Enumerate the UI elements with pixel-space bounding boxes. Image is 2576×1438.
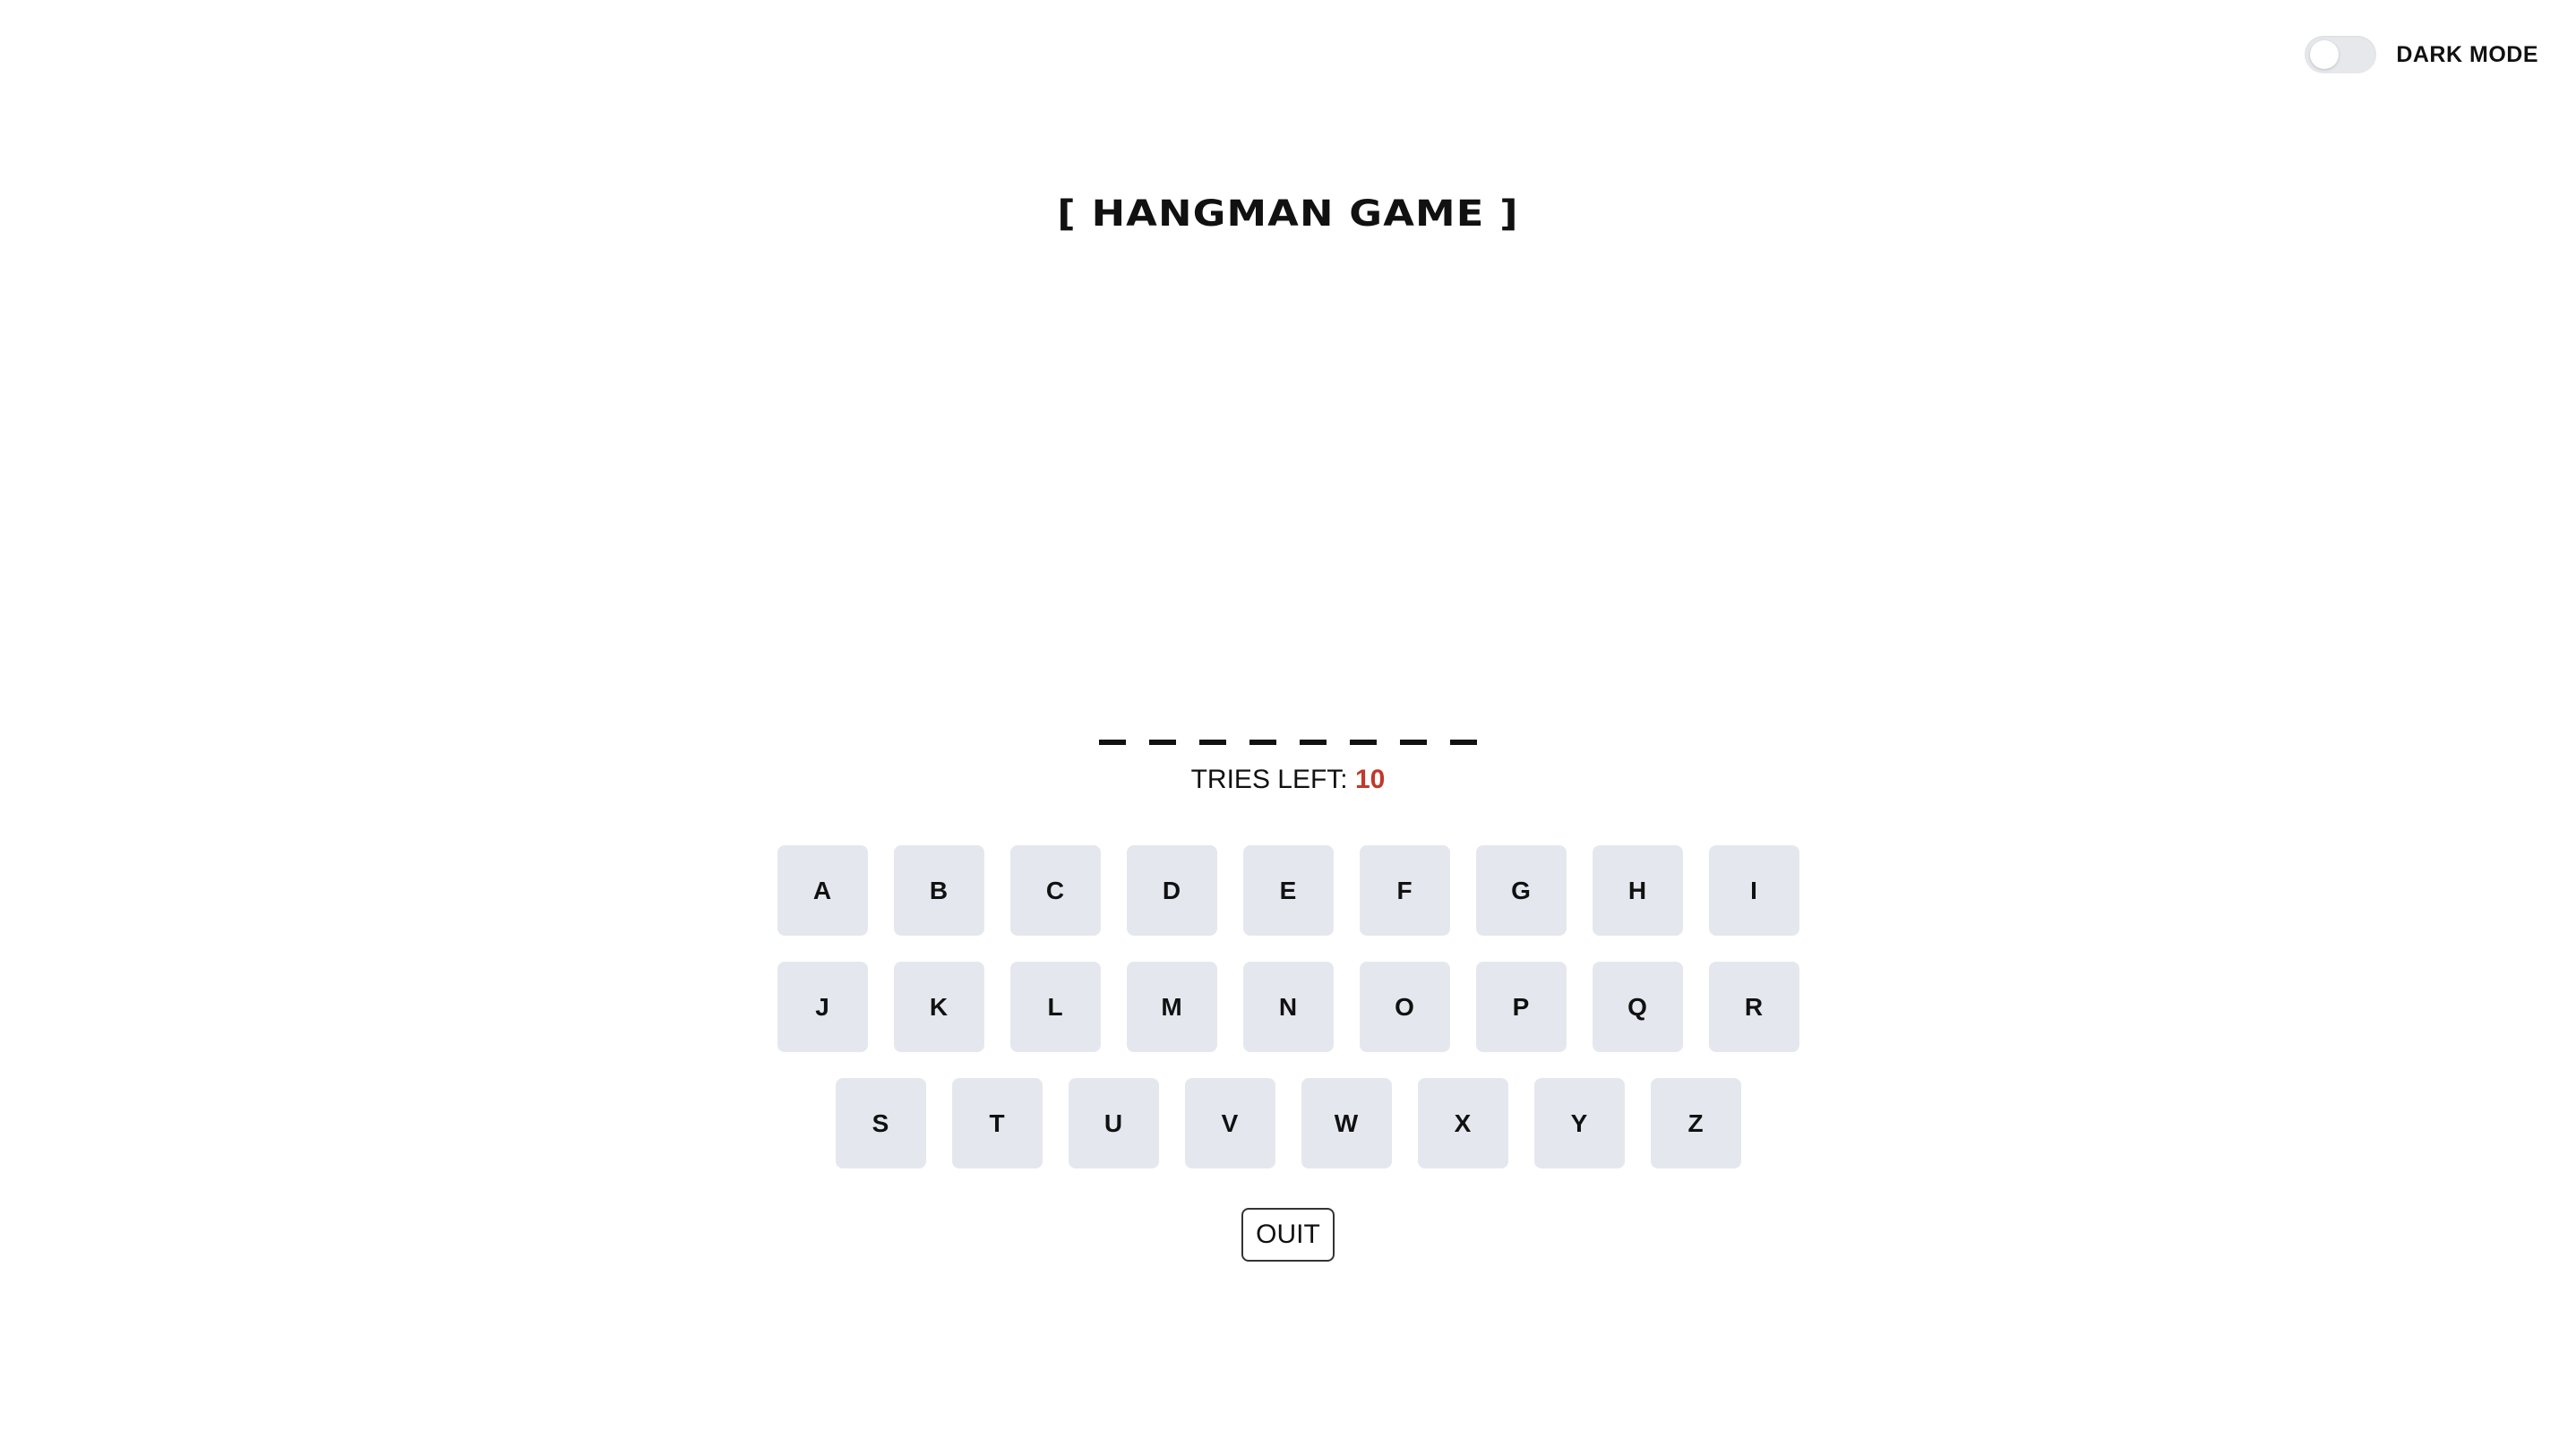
letter-key-k[interactable]: K	[893, 962, 984, 1052]
letter-key-l[interactable]: L	[1009, 962, 1101, 1052]
letter-key-u[interactable]: U	[1068, 1078, 1159, 1168]
dark-mode-label: DARK MODE	[2396, 41, 2538, 67]
letter-blank	[1350, 740, 1377, 745]
letter-key-m[interactable]: M	[1126, 962, 1217, 1052]
letter-blank	[1199, 740, 1226, 745]
hangman-page: DARK MODE [ HANGMAN GAME ] TRIES LEFT: 1…	[0, 0, 2576, 1438]
keyboard-row: ABCDEFGHI	[777, 845, 1799, 936]
letter-key-x[interactable]: X	[1417, 1078, 1508, 1168]
letter-blank	[1400, 740, 1427, 745]
letter-blank	[1450, 740, 1477, 745]
letter-key-p[interactable]: P	[1475, 962, 1567, 1052]
letter-key-e[interactable]: E	[1242, 845, 1334, 936]
letter-key-f[interactable]: F	[1359, 845, 1450, 936]
letter-key-n[interactable]: N	[1242, 962, 1334, 1052]
quit-container: OUIT	[0, 1208, 2576, 1262]
letter-key-q[interactable]: Q	[1592, 962, 1683, 1052]
letter-keyboard: ABCDEFGHI JKLMNOPQR STUVWXYZ	[0, 845, 2576, 1168]
letter-blank	[1099, 740, 1126, 745]
letter-key-w[interactable]: W	[1301, 1078, 1392, 1168]
letter-key-v[interactable]: V	[1184, 1078, 1275, 1168]
letter-key-r[interactable]: R	[1708, 962, 1799, 1052]
letter-blank	[1249, 740, 1276, 745]
word-blanks	[0, 740, 2576, 745]
letter-key-b[interactable]: B	[893, 845, 984, 936]
keyboard-row: JKLMNOPQR	[777, 962, 1799, 1052]
letter-blank	[1149, 740, 1176, 745]
letter-key-a[interactable]: A	[777, 845, 868, 936]
quit-button[interactable]: OUIT	[1241, 1208, 1335, 1262]
letter-key-z[interactable]: Z	[1650, 1078, 1741, 1168]
letter-key-y[interactable]: Y	[1533, 1078, 1625, 1168]
page-title: [ HANGMAN GAME ]	[1057, 193, 1519, 235]
switch-knob	[2310, 40, 2340, 69]
letter-key-h[interactable]: H	[1592, 845, 1683, 936]
letter-blank	[1300, 740, 1327, 745]
letter-key-t[interactable]: T	[951, 1078, 1043, 1168]
letter-key-c[interactable]: C	[1009, 845, 1101, 936]
tries-left-display: TRIES LEFT: 10	[0, 765, 2576, 795]
letter-key-g[interactable]: G	[1475, 845, 1567, 936]
keyboard-row: STUVWXYZ	[835, 1078, 1741, 1168]
letter-key-s[interactable]: S	[835, 1078, 926, 1168]
letter-key-i[interactable]: I	[1708, 845, 1799, 936]
dark-mode-toggle[interactable]: DARK MODE	[2305, 36, 2538, 73]
dark-mode-switch[interactable]	[2305, 36, 2377, 73]
letter-key-d[interactable]: D	[1126, 845, 1217, 936]
letter-key-j[interactable]: J	[777, 962, 868, 1052]
tries-left-count: 10	[1355, 765, 1386, 794]
letter-key-o[interactable]: O	[1359, 962, 1450, 1052]
tries-left-label: TRIES LEFT:	[1190, 765, 1348, 794]
